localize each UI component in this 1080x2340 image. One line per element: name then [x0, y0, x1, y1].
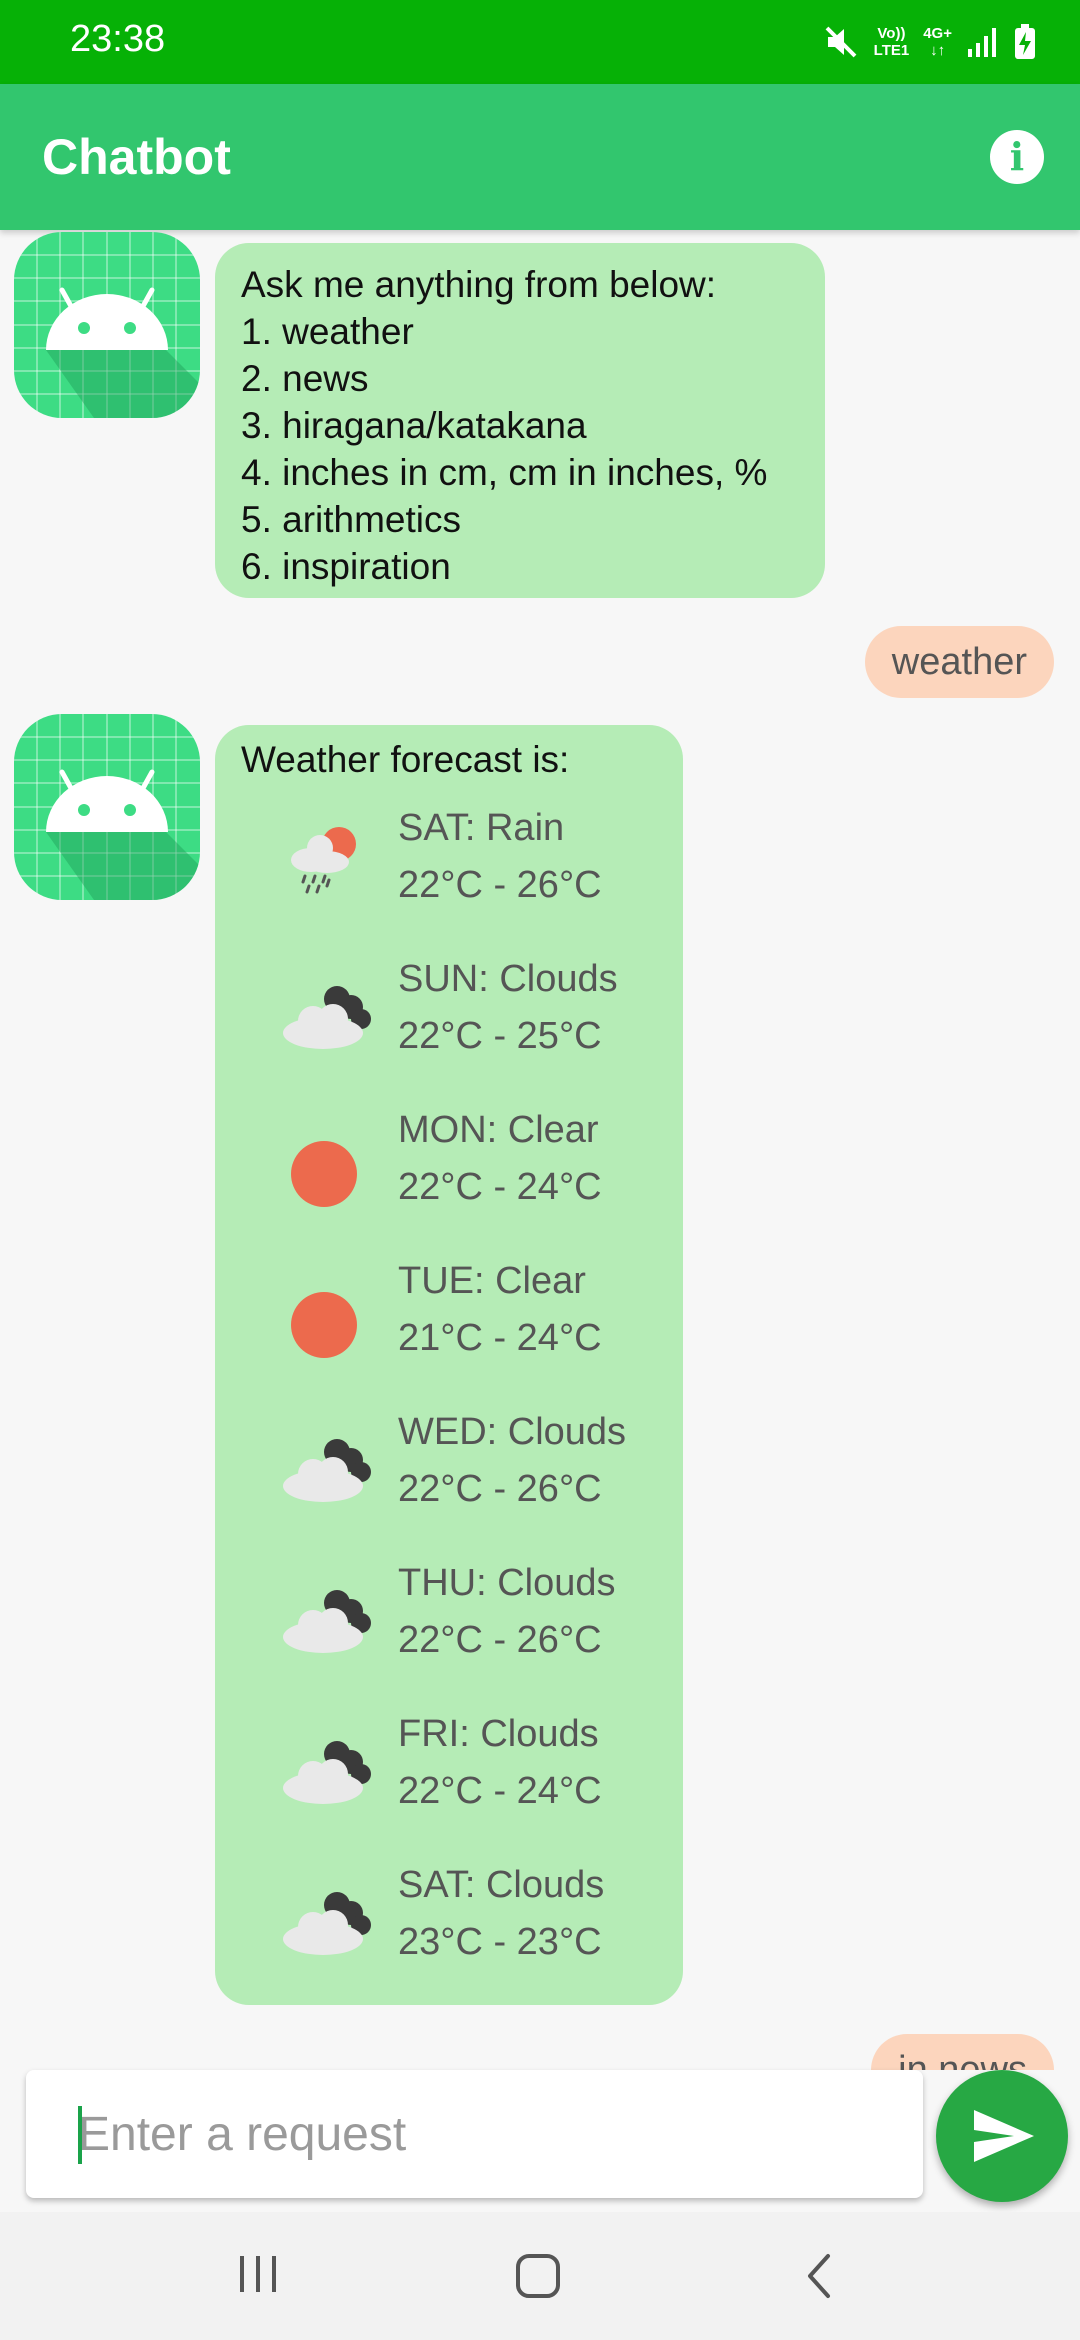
forecast-day: SUN: Clouds [398, 958, 618, 1000]
forecast-range: 22°C - 26°C [398, 1619, 602, 1661]
home-icon[interactable] [514, 2252, 562, 2300]
battery-charging-icon [1015, 24, 1035, 59]
rain-icon [291, 827, 356, 894]
text-caret [78, 2106, 82, 2164]
status-time: 23:38 [70, 18, 166, 60]
forecast-day: TUE: Clear [398, 1260, 586, 1302]
system-nav-bar [0, 2212, 1080, 2340]
bot-avatar [14, 714, 200, 900]
signal-icon [968, 28, 996, 57]
user-message: in news [871, 2034, 1054, 2070]
forecast-row: SUN: Clouds 22°C - 25°C [275, 951, 655, 1102]
network-indicator: Vo)) LTE1 [873, 25, 910, 59]
mute-icon [825, 26, 857, 58]
status-bar: 23:38 Vo)) LTE1 4G+ ↓↑ [0, 0, 1080, 84]
forecast-row: FRI: Clouds 22°C - 24°C [275, 1706, 655, 1857]
back-icon[interactable] [802, 2252, 838, 2300]
data-indicator: 4G+ ↓↑ [923, 25, 952, 59]
user-message: weather [864, 626, 1054, 698]
forecast-day: MON: Clear [398, 1109, 599, 1151]
forecast-row: SAT: Clouds 23°C - 23°C [275, 1857, 655, 2008]
menu-text: Ask me anything from below: 1. weather 2… [241, 264, 768, 587]
request-input[interactable] [78, 2090, 898, 2178]
forecast-day: SAT: Clouds [398, 1864, 605, 1906]
forecast-heading: Weather forecast is: [241, 739, 570, 780]
forecast-row: TUE: Clear 21°C - 24°C [275, 1253, 655, 1404]
clouds-icon [283, 1439, 371, 1502]
clouds-icon [283, 1590, 371, 1653]
forecast-range: 22°C - 24°C [398, 1166, 602, 1208]
forecast-range: 21°C - 24°C [398, 1317, 602, 1359]
forecast-range: 23°C - 23°C [398, 1921, 602, 1963]
forecast-day: SAT: Rain [398, 807, 565, 849]
bot-message-menu: Ask me anything from below: 1. weather 2… [215, 243, 825, 598]
app-title: Chatbot [42, 129, 231, 185]
forecast-range: 22°C - 26°C [398, 1468, 602, 1510]
forecast-row: WED: Clouds 22°C - 26°C [275, 1404, 655, 1555]
forecast-range: 22°C - 24°C [398, 1770, 602, 1812]
status-icons: Vo)) LTE1 4G+ ↓↑ [822, 18, 1036, 66]
forecast-row: MON: Clear 22°C - 24°C [275, 1102, 655, 1253]
send-button[interactable] [936, 2070, 1068, 2202]
forecast-day: WED: Clouds [398, 1411, 627, 1453]
clear-icon [291, 1141, 357, 1207]
recent-apps-icon[interactable] [236, 2252, 280, 2296]
forecast-row: THU: Clouds 22°C - 26°C [275, 1555, 655, 1706]
app-bar: Chatbot i [0, 84, 1080, 230]
forecast-day: FRI: Clouds [398, 1713, 599, 1755]
forecast-row: SAT: Rain 22°C - 26°C [275, 800, 655, 951]
forecast-day: THU: Clouds [398, 1562, 616, 1604]
send-icon [974, 2110, 1034, 2162]
clouds-icon [283, 1741, 371, 1804]
clouds-icon [283, 986, 371, 1049]
request-input-box[interactable] [26, 2070, 923, 2198]
clear-icon [291, 1292, 357, 1358]
input-area [0, 2070, 1080, 2210]
info-icon[interactable]: i [990, 130, 1044, 184]
bot-avatar [14, 232, 200, 418]
forecast-range: 22°C - 26°C [398, 864, 602, 906]
chat-list[interactable]: Ask me anything from below: 1. weather 2… [0, 230, 1080, 2070]
forecast-range: 22°C - 25°C [398, 1015, 602, 1057]
clouds-icon [283, 1892, 371, 1955]
bot-message-forecast: Weather forecast is: SAT: Rain 22°C - 26… [215, 725, 683, 2005]
